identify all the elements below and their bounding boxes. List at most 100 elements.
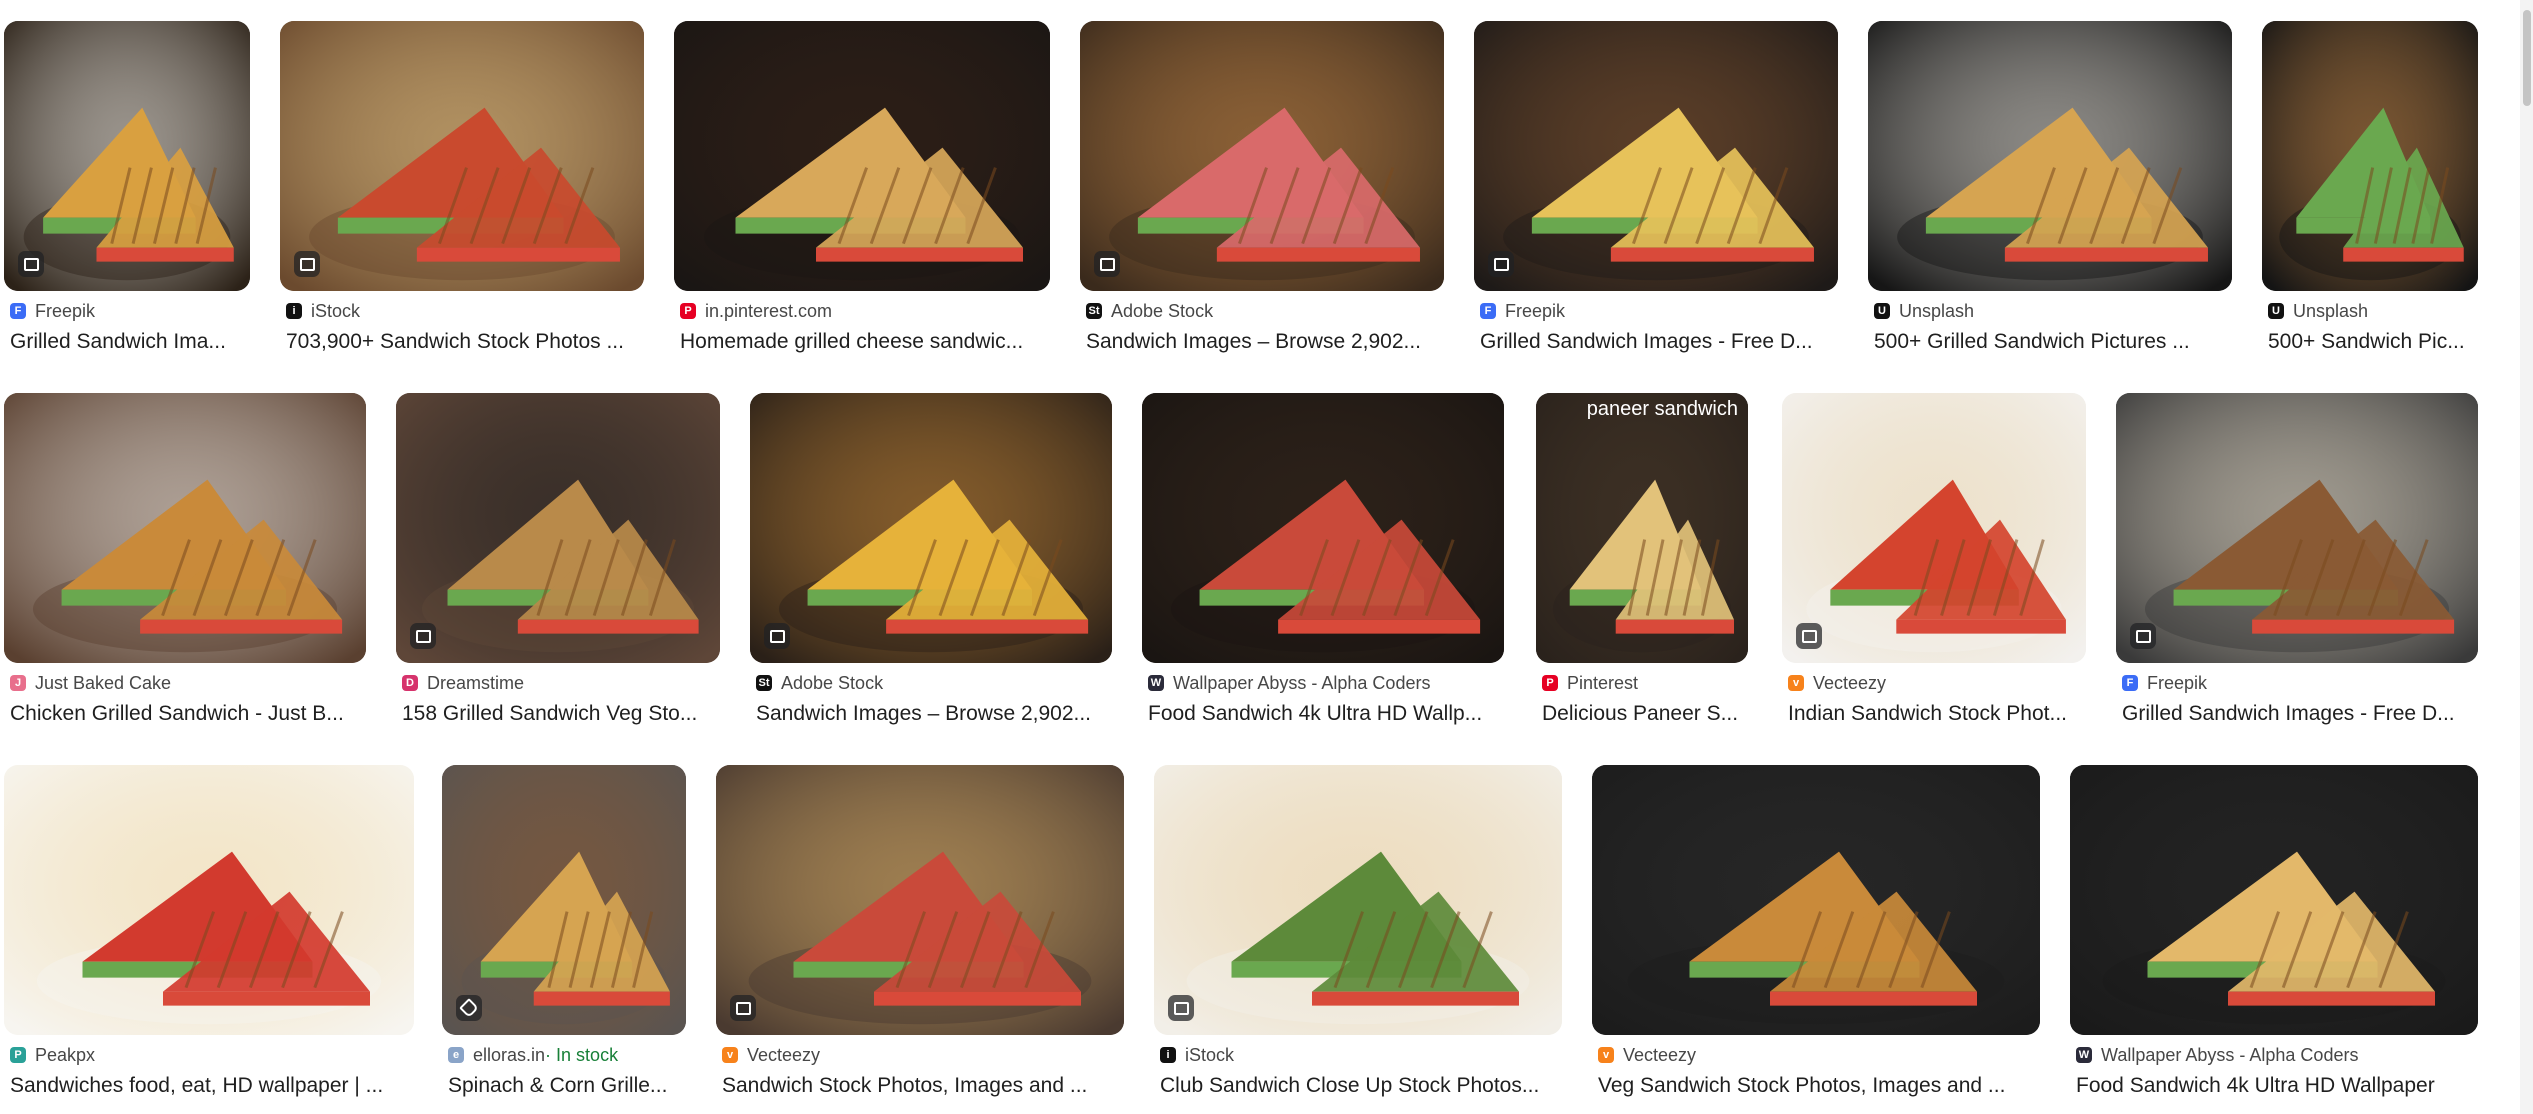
image-result-card[interactable]: P Peakpx Sandwiches food, eat, HD wallpape… xyxy=(4,765,414,1101)
image-result-card[interactable]: Pin.pinterest.com Homemade grilled cheese… xyxy=(674,21,1050,357)
image-result-card[interactable]: D Dreamstime 158 Grilled Sandwich Veg Sto.… xyxy=(396,393,720,729)
image-result-card[interactable]: i iStock Club Sandwich Close Up Stock Phot… xyxy=(1154,765,1562,1101)
result-source[interactable]: v Vecteezy xyxy=(1788,672,2080,694)
result-source[interactable]: W Wallpaper Abyss - Alpha Coders xyxy=(2076,1044,2472,1066)
result-title-link[interactable]: Sandwiches food, eat, HD wallpaper | ... xyxy=(10,1072,408,1100)
result-thumbnail[interactable] xyxy=(750,393,1112,663)
result-title-link[interactable]: Grilled Sandwich Images - Free D... xyxy=(1480,328,1832,356)
result-thumbnail[interactable] xyxy=(280,21,644,291)
image-result-card[interactable]: U Unsplash 500+ Grilled Sandwich Pictures … xyxy=(1868,21,2232,357)
site-favicon-icon: v xyxy=(1598,1047,1614,1063)
result-thumbnail[interactable] xyxy=(1154,765,1562,1035)
result-source[interactable]: i iStock xyxy=(1160,1044,1556,1066)
image-icon xyxy=(730,995,756,1021)
result-title-link[interactable]: Delicious Paneer S... xyxy=(1542,700,1742,728)
source-name: Freepik xyxy=(35,300,96,321)
image-result-card[interactable]: W Wallpaper Abyss - Alpha Coders Food Sand… xyxy=(1142,393,1504,729)
result-thumbnail[interactable] xyxy=(716,765,1124,1035)
image-result-card[interactable]: J Just Baked Cake Chicken Grilled Sandwich… xyxy=(4,393,366,729)
result-title-link[interactable]: Chicken Grilled Sandwich - Just B... xyxy=(10,700,360,728)
result-source[interactable]: v Vecteezy xyxy=(1598,1044,2034,1066)
image-result-card[interactable]: F Freepik Grilled Sandwich Images - Free D… xyxy=(2116,393,2478,729)
site-favicon-icon: F xyxy=(10,303,26,319)
result-title-link[interactable]: Club Sandwich Close Up Stock Photos... xyxy=(1160,1072,1556,1100)
image-result-card[interactable]: F Freepik Grilled Sandwich Images - Free D… xyxy=(1474,21,1838,357)
image-result-card[interactable]: St Adobe Stock Sandwich Images – Browse 2,… xyxy=(750,393,1112,729)
result-thumbnail[interactable] xyxy=(1592,765,2040,1035)
image-result-card[interactable]: v Vecteezy Veg Sandwich Stock Photos, Imag… xyxy=(1592,765,2040,1101)
result-source[interactable]: St Adobe Stock xyxy=(1086,300,1438,322)
result-source[interactable]: Pin.pinterest.com xyxy=(680,300,1044,322)
source-name: Wallpaper Abyss - Alpha Coders xyxy=(1173,672,1431,693)
result-title-link[interactable]: Grilled Sandwich Ima... xyxy=(10,328,244,356)
result-source[interactable]: W Wallpaper Abyss - Alpha Coders xyxy=(1148,672,1498,694)
result-title-link[interactable]: Grilled Sandwich Images - Free D... xyxy=(2122,700,2472,728)
image-result-card[interactable]: paneer sandwich P Pinterest Delicious Panee… xyxy=(1536,393,1748,729)
site-favicon-icon: P xyxy=(10,1047,26,1063)
result-thumbnail[interactable] xyxy=(1474,21,1838,291)
image-icon xyxy=(1796,623,1822,649)
result-source[interactable]: i iStock xyxy=(286,300,638,322)
source-name: Just Baked Cake xyxy=(35,672,172,693)
result-thumbnail[interactable] xyxy=(2070,765,2478,1035)
result-title-link[interactable]: 703,900+ Sandwich Stock Photos ... xyxy=(286,328,638,356)
result-title-link[interactable]: 500+ Sandwich Pic... xyxy=(2268,328,2472,356)
vertical-scrollbar[interactable] xyxy=(2520,0,2533,1114)
result-meta: v Vecteezy Veg Sandwich Stock Photos, Imag… xyxy=(1598,1044,2034,1100)
result-thumbnail[interactable] xyxy=(674,21,1050,291)
image-result-card[interactable]: F Freepik Grilled Sandwich Ima... xyxy=(4,21,250,357)
result-source[interactable]: e elloras.in · In stock xyxy=(448,1044,680,1066)
result-source[interactable]: St Adobe Stock xyxy=(756,672,1106,694)
result-thumbnail[interactable] xyxy=(396,393,720,663)
result-title-link[interactable]: Food Sandwich 4k Ultra HD Wallpaper xyxy=(2076,1072,2472,1100)
site-favicon-icon: W xyxy=(1148,675,1164,691)
result-thumbnail[interactable] xyxy=(4,21,250,291)
result-thumbnail[interactable] xyxy=(2116,393,2478,663)
result-source[interactable]: F Freepik xyxy=(2122,672,2472,694)
result-title-link[interactable]: 158 Grilled Sandwich Veg Sto... xyxy=(402,700,714,728)
image-icon xyxy=(2130,623,2156,649)
result-title-link[interactable]: 500+ Grilled Sandwich Pictures ... xyxy=(1874,328,2226,356)
result-thumbnail[interactable] xyxy=(442,765,686,1035)
image-result-card[interactable]: v Vecteezy Indian Sandwich Stock Phot... xyxy=(1782,393,2086,729)
result-source[interactable]: P Peakpx xyxy=(10,1044,408,1066)
result-source[interactable]: F Freepik xyxy=(1480,300,1832,322)
result-source[interactable]: J Just Baked Cake xyxy=(10,672,360,694)
result-title-link[interactable]: Indian Sandwich Stock Phot... xyxy=(1788,700,2080,728)
scrollbar-thumb[interactable] xyxy=(2523,10,2531,106)
image-result-card[interactable]: i iStock 703,900+ Sandwich Stock Photos ..… xyxy=(280,21,644,357)
result-thumbnail[interactable] xyxy=(1868,21,2232,291)
image-icon xyxy=(1168,995,1194,1021)
result-thumbnail[interactable] xyxy=(2262,21,2478,291)
result-title-link[interactable]: Sandwich Stock Photos, Images and ... xyxy=(722,1072,1118,1100)
result-source[interactable]: D Dreamstime xyxy=(402,672,714,694)
image-result-card[interactable]: W Wallpaper Abyss - Alpha Coders Food Sand… xyxy=(2070,765,2478,1101)
result-thumbnail[interactable]: paneer sandwich xyxy=(1536,393,1748,663)
result-title-link[interactable]: Sandwich Images – Browse 2,902... xyxy=(756,700,1106,728)
result-source[interactable]: U Unsplash xyxy=(1874,300,2226,322)
result-title-link[interactable]: Veg Sandwich Stock Photos, Images and ..… xyxy=(1598,1072,2034,1100)
result-thumbnail[interactable] xyxy=(1080,21,1444,291)
source-name: Vecteezy xyxy=(1813,672,1887,693)
image-result-card[interactable]: U Unsplash 500+ Sandwich Pic... xyxy=(2262,21,2478,357)
source-name: Vecteezy xyxy=(747,1044,821,1065)
result-source[interactable]: U Unsplash xyxy=(2268,300,2472,322)
result-title-link[interactable]: Food Sandwich 4k Ultra HD Wallp... xyxy=(1148,700,1498,728)
result-source[interactable]: F Freepik xyxy=(10,300,244,322)
site-favicon-icon: St xyxy=(1086,303,1102,319)
site-favicon-icon: U xyxy=(2268,303,2284,319)
source-name: iStock xyxy=(311,300,361,321)
image-icon xyxy=(764,623,790,649)
image-result-card[interactable]: e elloras.in · In stock Spinach & Corn Gri… xyxy=(442,765,686,1101)
result-source[interactable]: P Pinterest xyxy=(1542,672,1742,694)
result-thumbnail[interactable] xyxy=(4,765,414,1035)
image-result-card[interactable]: v Vecteezy Sandwich Stock Photos, Images a… xyxy=(716,765,1124,1101)
result-thumbnail[interactable] xyxy=(1782,393,2086,663)
result-title-link[interactable]: Spinach & Corn Grille... xyxy=(448,1072,680,1100)
result-title-link[interactable]: Homemade grilled cheese sandwic... xyxy=(680,328,1044,356)
result-title-link[interactable]: Sandwich Images – Browse 2,902... xyxy=(1086,328,1438,356)
result-source[interactable]: v Vecteezy xyxy=(722,1044,1118,1066)
result-thumbnail[interactable] xyxy=(1142,393,1504,663)
image-result-card[interactable]: St Adobe Stock Sandwich Images – Browse 2,… xyxy=(1080,21,1444,357)
result-thumbnail[interactable] xyxy=(4,393,366,663)
